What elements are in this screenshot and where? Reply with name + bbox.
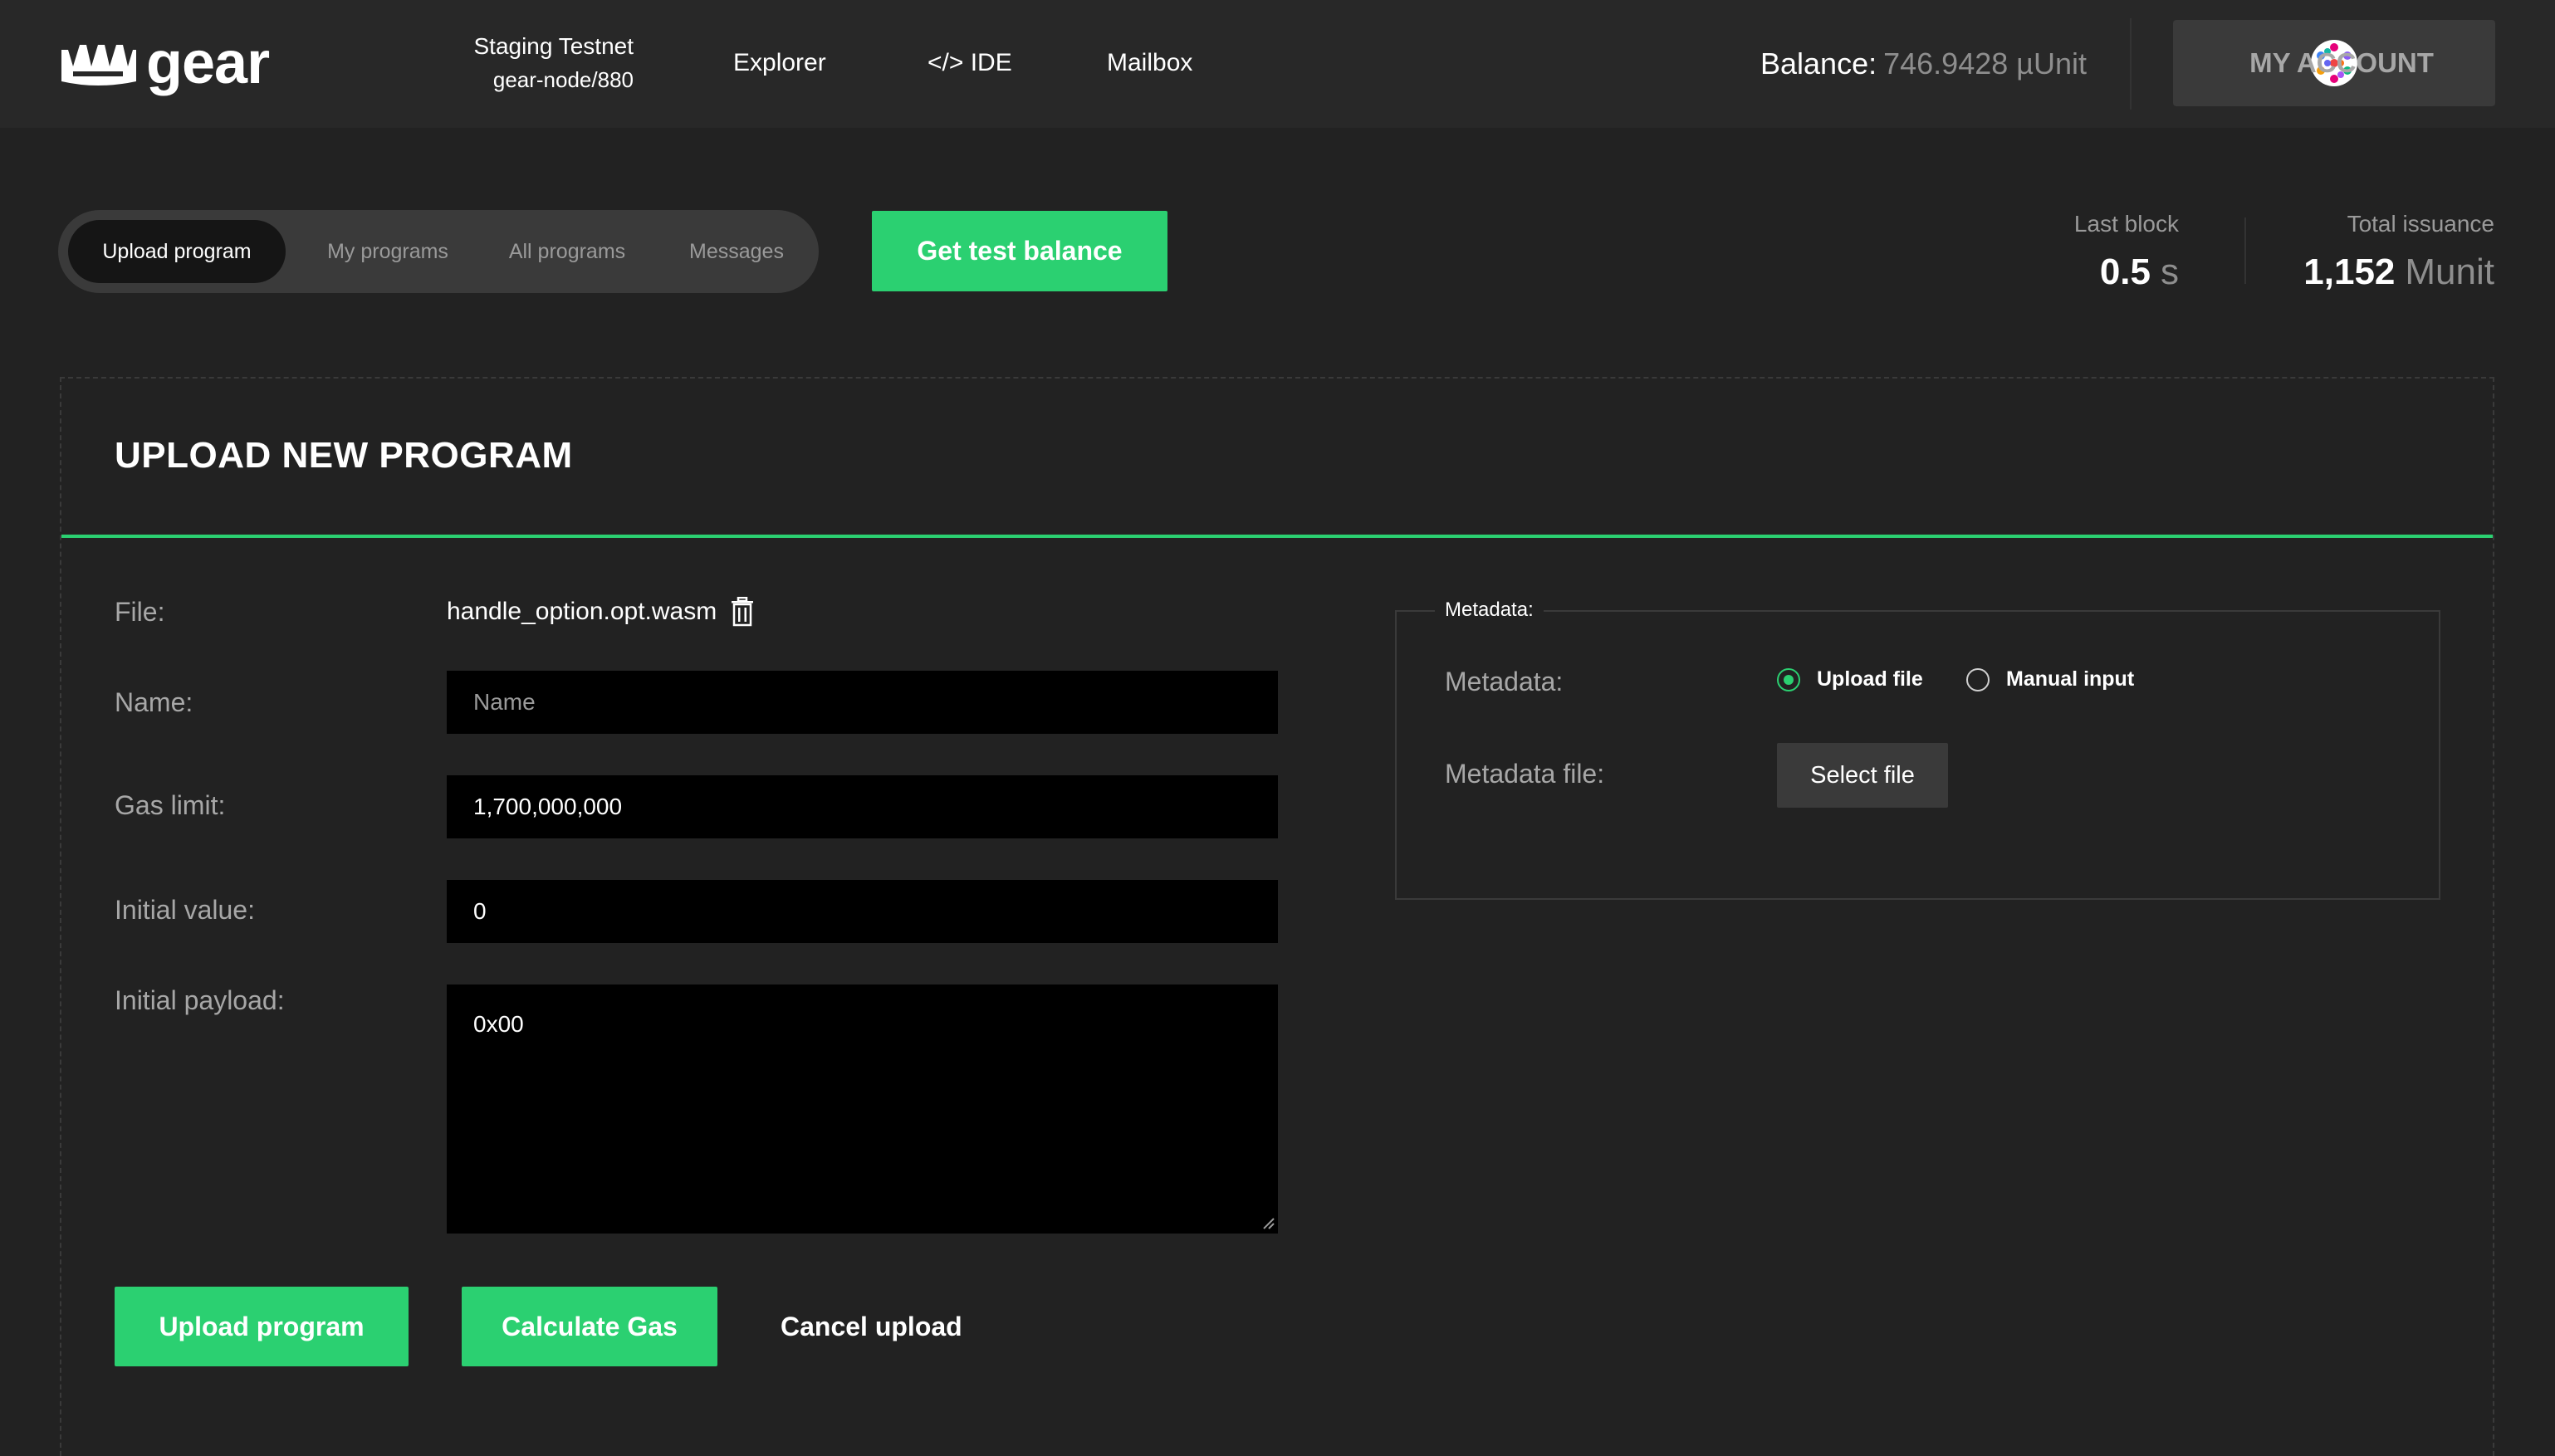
last-block-unit: s <box>2161 252 2179 292</box>
gear-logo[interactable]: gear <box>58 30 270 96</box>
metadata-file-label: Metadata file: <box>1445 759 1605 789</box>
select-file-button[interactable]: Select file <box>1777 743 1948 808</box>
network-node: gear-node/880 <box>492 67 634 92</box>
nav-ide[interactable]: </> IDE <box>928 45 1012 81</box>
gas-limit-label: Gas limit: <box>115 790 226 820</box>
tab-upload-program[interactable]: Upload program <box>68 220 286 283</box>
last-block-value-row: 0.5 s <box>2013 247 2179 297</box>
title-underline <box>61 535 2493 538</box>
gas-limit-input[interactable] <box>447 775 1278 838</box>
my-account-label: MY ACCOUNT <box>2249 47 2434 78</box>
balance-label: Balance: <box>1760 46 1877 81</box>
header-divider <box>2130 18 2132 110</box>
file-name-text: handle_option.opt.wasm <box>447 598 717 625</box>
radio-manual-input-label: Manual input <box>2006 667 2135 691</box>
page-title: UPLOAD NEW PROGRAM <box>115 435 573 476</box>
upload-program-button[interactable]: Upload program <box>115 1287 409 1366</box>
initial-payload-label: Initial payload: <box>115 985 285 1015</box>
network-selector[interactable]: Staging Testnet gear-node/880 <box>467 30 634 96</box>
get-test-balance-button[interactable]: Get test balance <box>872 211 1167 291</box>
logo-text: gear <box>146 30 270 96</box>
gear-logo-icon <box>61 45 136 86</box>
radio-manual-input[interactable]: Manual input <box>1966 667 2134 691</box>
total-issuance-unit: Munit <box>2405 252 2494 292</box>
resize-grip-icon[interactable] <box>1260 1215 1275 1230</box>
balance-display: Balance: 746.9428 µUnit <box>1760 45 2087 83</box>
initial-value-label: Initial value: <box>115 895 255 925</box>
last-block-label: Last block <box>2073 211 2179 237</box>
file-label: File: <box>115 597 165 627</box>
metadata-label: Metadata: <box>1445 667 1564 696</box>
metadata-legend: Metadata: <box>1435 596 1544 624</box>
radio-checked-icon <box>1777 667 1800 691</box>
nav-explorer[interactable]: Explorer <box>733 45 826 81</box>
name-input[interactable] <box>447 671 1278 734</box>
program-tabs: Upload program My programs All programs … <box>58 210 819 293</box>
total-issuance-label: Total issuance <box>2347 211 2494 237</box>
radio-upload-file-label: Upload file <box>1817 667 1923 691</box>
my-account-button[interactable]: MY ACCOUNT <box>2173 20 2495 106</box>
nav-mailbox[interactable]: Mailbox <box>1107 45 1192 81</box>
calculate-gas-button[interactable]: Calculate Gas <box>462 1287 717 1366</box>
name-label: Name: <box>115 687 193 717</box>
initial-payload-textarea[interactable]: 0x00 <box>447 985 1278 1234</box>
initial-value-input[interactable] <box>447 880 1278 943</box>
top-header: gear Staging Testnet gear-node/880 Explo… <box>0 0 2555 128</box>
tab-messages[interactable]: Messages <box>664 220 809 283</box>
last-block-stat: Last block 0.5 s <box>2013 208 2179 297</box>
tab-all-programs[interactable]: All programs <box>488 220 646 283</box>
network-name: Staging Testnet <box>473 33 634 59</box>
cancel-upload-button[interactable]: Cancel upload <box>781 1307 962 1346</box>
radio-unchecked-icon <box>1966 667 1990 691</box>
last-block-value: 0.5 <box>2099 252 2151 292</box>
radio-upload-file[interactable]: Upload file <box>1777 667 1923 691</box>
total-issuance-value-row: 1,152 Munit <box>2245 247 2494 297</box>
total-issuance-stat: Total issuance 1,152 Munit <box>2245 208 2494 297</box>
total-issuance-value: 1,152 <box>2303 252 2396 292</box>
balance-value: 746.9428 µUnit <box>1883 46 2088 81</box>
tab-my-programs[interactable]: My programs <box>302 220 473 283</box>
file-value: handle_option.opt.wasm <box>447 595 755 628</box>
trash-icon[interactable] <box>730 596 755 627</box>
